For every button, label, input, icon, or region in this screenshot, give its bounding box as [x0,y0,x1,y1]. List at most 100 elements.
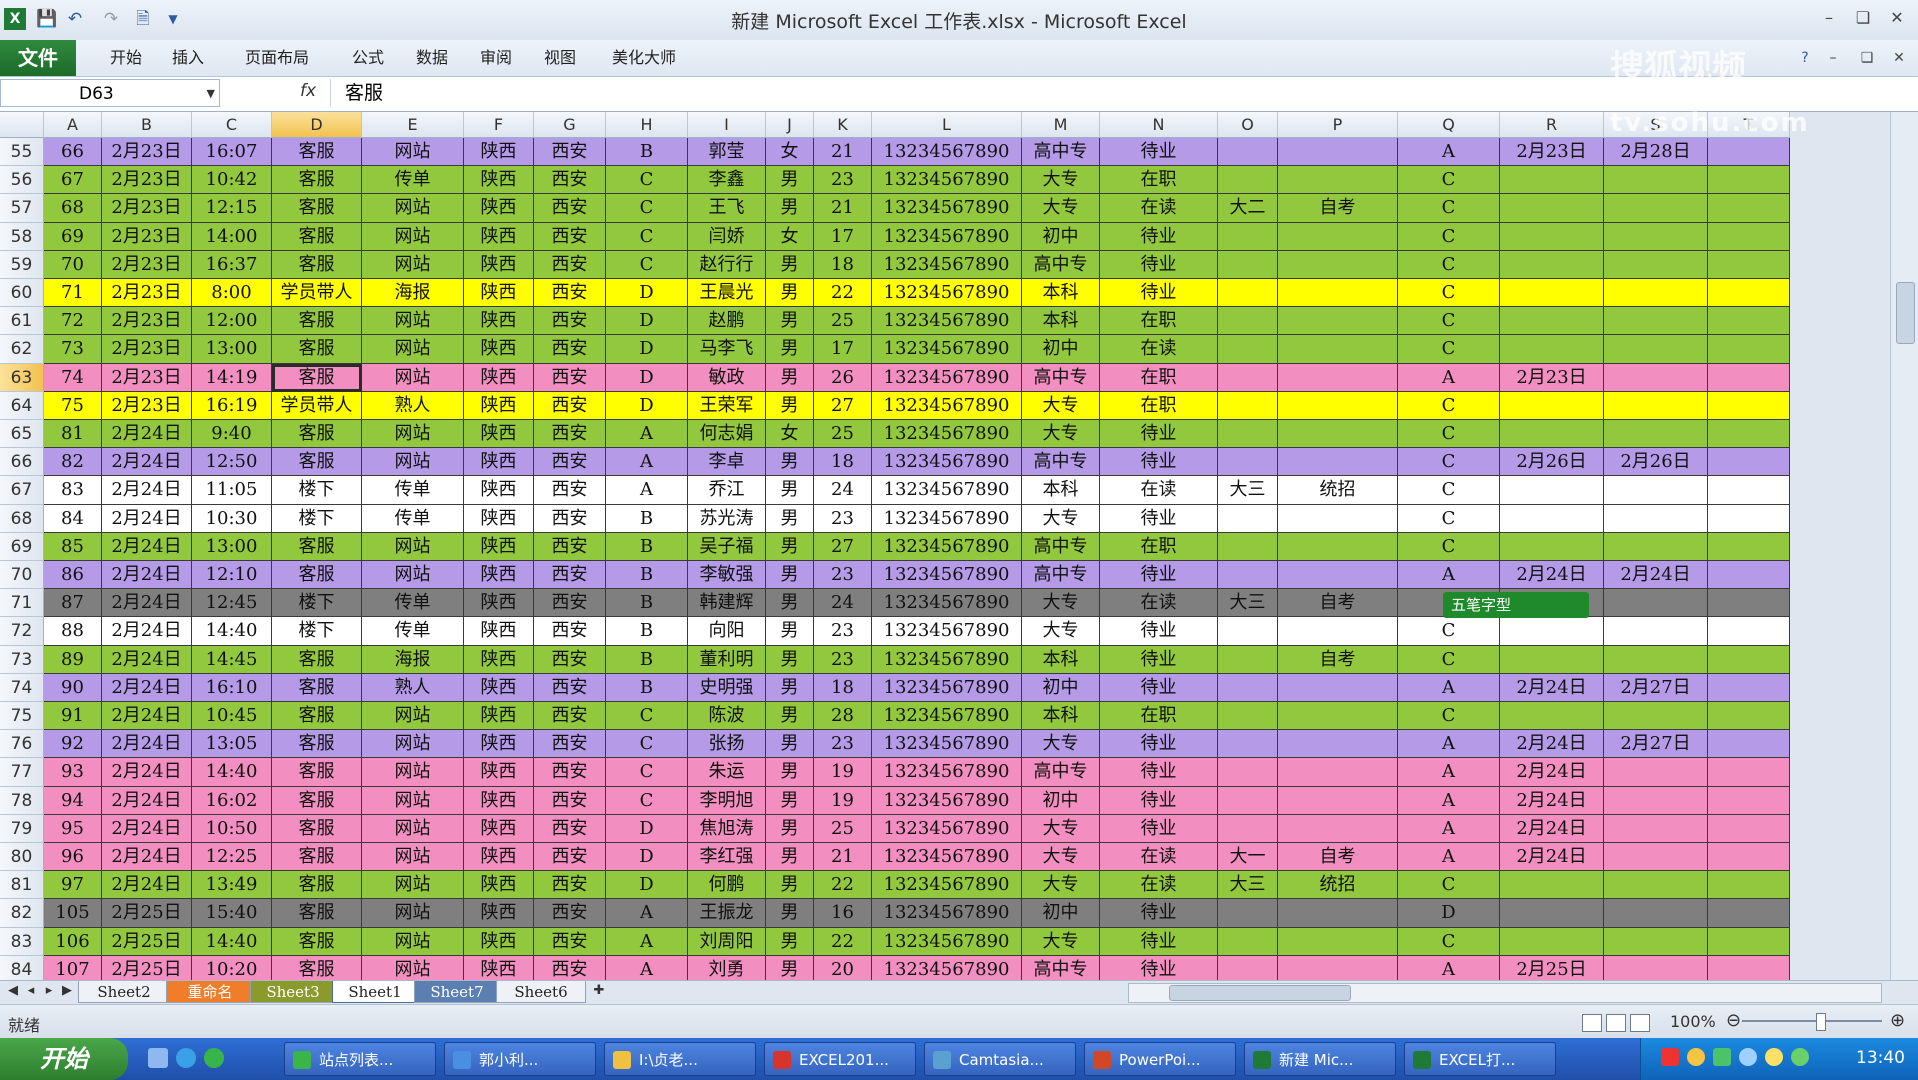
cell-M55[interactable]: 高中专 [1022,138,1100,167]
cell-S57[interactable] [1604,194,1708,223]
cell-S61[interactable] [1604,307,1708,336]
row-header[interactable]: 59 [0,250,44,279]
tab-2[interactable]: 页面布局 [222,40,332,76]
cell-C73[interactable]: 14:45 [192,645,272,674]
cell-L69[interactable]: 13234567890 [872,532,1022,561]
cell-I80[interactable]: 李红强 [688,843,766,872]
row-header[interactable]: 58 [0,222,44,251]
cell-G56[interactable]: 西安 [534,166,606,195]
cell-K58[interactable]: 17 [814,222,872,251]
cell-O66[interactable] [1218,448,1278,477]
cell-J70[interactable]: 男 [766,561,814,590]
cell-O62[interactable] [1218,335,1278,364]
cell-H68[interactable]: B [606,504,688,533]
cell-O67[interactable]: 大三 [1218,476,1278,505]
cell-H69[interactable]: B [606,532,688,561]
cell-Q69[interactable]: C [1398,532,1500,561]
cell-D79[interactable]: 客服 [272,814,362,843]
cell-S64[interactable] [1604,391,1708,420]
cell-M82[interactable]: 初中 [1022,899,1100,928]
help-icon[interactable]: ? [1792,46,1818,70]
cell-H67[interactable]: A [606,476,688,505]
cell-Q55[interactable]: A [1398,138,1500,167]
cell-D83[interactable]: 客服 [272,927,362,956]
column-header-H[interactable]: H [606,112,688,138]
cell-R72[interactable] [1500,617,1604,646]
taskbar-item-1[interactable]: 郭小利... [444,1042,596,1076]
cell-F60[interactable]: 陕西 [464,279,534,308]
taskbar-item-7[interactable]: EXCEL打... [1404,1042,1556,1076]
zoom-slider[interactable] [1742,1020,1882,1022]
cell-T82[interactable] [1708,899,1790,928]
cell-F72[interactable]: 陕西 [464,617,534,646]
cell-Q74[interactable]: A [1398,673,1500,702]
cell-K73[interactable]: 23 [814,645,872,674]
cell-R59[interactable] [1500,250,1604,279]
cell-G60[interactable]: 西安 [534,279,606,308]
cell-Q76[interactable]: A [1398,730,1500,759]
cell-T79[interactable] [1708,814,1790,843]
cell-M75[interactable]: 本科 [1022,702,1100,731]
column-header-P[interactable]: P [1278,112,1398,138]
cell-M59[interactable]: 高中专 [1022,250,1100,279]
cell-G75[interactable]: 西安 [534,702,606,731]
ribbon-restore-icon[interactable]: ❏ [1854,46,1880,70]
cell-N62[interactable]: 在读 [1100,335,1218,364]
column-header-R[interactable]: R [1500,112,1604,138]
cell-G78[interactable]: 西安 [534,786,606,815]
cell-O71[interactable]: 大三 [1218,589,1278,618]
tab-3[interactable]: 公式 [338,40,398,76]
cell-T80[interactable] [1708,843,1790,872]
cell-S80[interactable] [1604,843,1708,872]
row-header[interactable]: 74 [0,673,44,702]
taskbar-item-5[interactable]: PowerPoi... [1084,1042,1236,1076]
cell-A65[interactable]: 81 [44,420,102,449]
cell-I70[interactable]: 李敏强 [688,561,766,590]
cell-K78[interactable]: 19 [814,786,872,815]
cell-K74[interactable]: 18 [814,673,872,702]
cell-F57[interactable]: 陕西 [464,194,534,223]
cell-B71[interactable]: 2月24日 [102,589,192,618]
cell-D68[interactable]: 楼下 [272,504,362,533]
cell-A81[interactable]: 97 [44,871,102,900]
row-header[interactable]: 76 [0,730,44,759]
cell-F68[interactable]: 陕西 [464,504,534,533]
select-all-corner[interactable] [0,112,44,138]
cell-O81[interactable]: 大三 [1218,871,1278,900]
cell-B63[interactable]: 2月23日 [102,363,192,392]
cell-L73[interactable]: 13234567890 [872,645,1022,674]
cell-K77[interactable]: 19 [814,758,872,787]
cell-J58[interactable]: 女 [766,222,814,251]
cell-R66[interactable]: 2月26日 [1500,448,1604,477]
cell-O57[interactable]: 大二 [1218,194,1278,223]
cell-M67[interactable]: 本科 [1022,476,1100,505]
cell-P73[interactable]: 自考 [1278,645,1398,674]
cell-Q78[interactable]: A [1398,786,1500,815]
page-layout-view-icon[interactable] [1606,1014,1626,1032]
zoom-level[interactable]: 100% [1670,1012,1716,1031]
cell-J75[interactable]: 男 [766,702,814,731]
cell-H58[interactable]: C [606,222,688,251]
cell-L67[interactable]: 13234567890 [872,476,1022,505]
column-header-C[interactable]: C [192,112,272,138]
cell-M57[interactable]: 大专 [1022,194,1100,223]
cell-H83[interactable]: A [606,927,688,956]
cell-F79[interactable]: 陕西 [464,814,534,843]
cell-N60[interactable]: 待业 [1100,279,1218,308]
cell-L58[interactable]: 13234567890 [872,222,1022,251]
cell-L71[interactable]: 13234567890 [872,589,1022,618]
cell-A66[interactable]: 82 [44,448,102,477]
cell-O60[interactable] [1218,279,1278,308]
cell-L57[interactable]: 13234567890 [872,194,1022,223]
cell-O63[interactable] [1218,363,1278,392]
cell-K61[interactable]: 25 [814,307,872,336]
cell-M79[interactable]: 大专 [1022,814,1100,843]
cell-K82[interactable]: 16 [814,899,872,928]
cell-P62[interactable] [1278,335,1398,364]
row-header[interactable]: 71 [0,589,44,618]
cell-H55[interactable]: B [606,138,688,167]
cell-Q81[interactable]: C [1398,871,1500,900]
cell-A70[interactable]: 86 [44,561,102,590]
cell-C79[interactable]: 10:50 [192,814,272,843]
cell-Q63[interactable]: A [1398,363,1500,392]
